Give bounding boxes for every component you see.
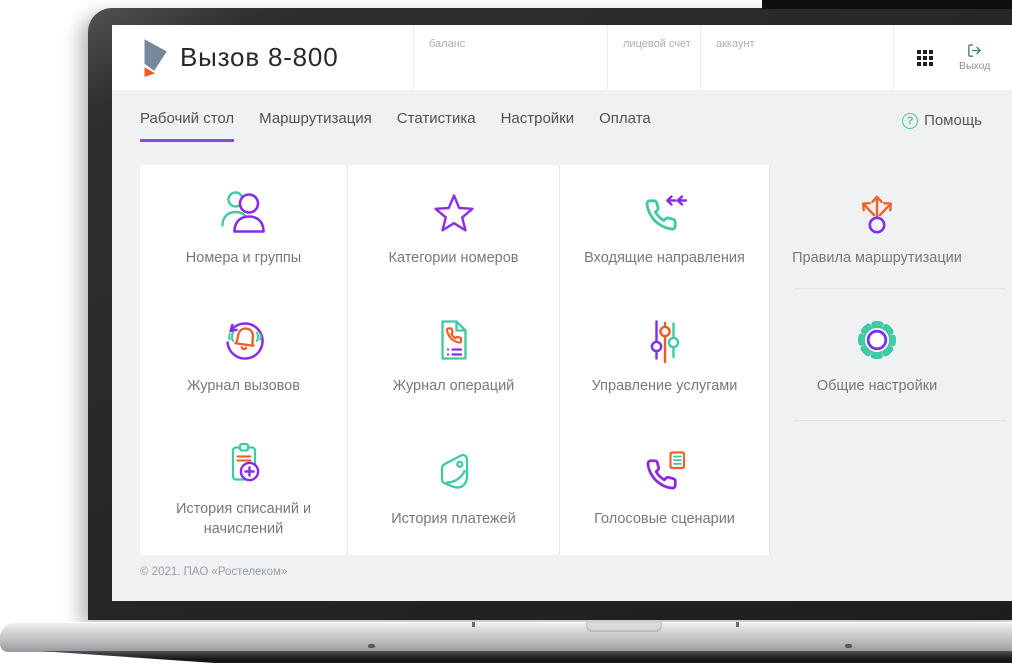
help-icon: ?: [902, 112, 919, 129]
tile-general-settings[interactable]: Общие настройки: [770, 288, 1012, 420]
tile-label: Номера и группы: [185, 250, 302, 267]
brand: Вызов 8-800: [112, 25, 413, 90]
tile-number-categories[interactable]: Категории номеров: [348, 165, 560, 288]
logout-label: Выход: [959, 60, 991, 72]
tab-payment[interactable]: Оплата: [599, 110, 651, 142]
tab-routing[interactable]: Маршрутизация: [259, 110, 372, 142]
tile-label: Входящие направления: [584, 250, 745, 267]
dashboard-grid: Номера и группы Категории номеров Входящ…: [140, 165, 1012, 555]
operations-log-icon: [440, 320, 467, 360]
tab-bar: Рабочий стол Маршрутизация Статистика На…: [112, 90, 1012, 142]
charges-history-icon: [231, 443, 259, 482]
tile-voice-scenarios[interactable]: Голосовые сценарии: [560, 420, 770, 555]
laptop-mockup: Вызов 8-800 баланс лицевой счет аккаунт: [0, 0, 1012, 667]
routing-arrows-icon: [862, 195, 892, 234]
sliders-icon: [650, 320, 679, 363]
tile-operations-log[interactable]: Журнал операций: [348, 288, 560, 420]
tile-label: Общие настройки: [816, 377, 938, 394]
logout-button[interactable]: Выход: [959, 43, 990, 72]
incoming-call-icon: [645, 195, 687, 230]
tab-desktop[interactable]: Рабочий стол: [140, 110, 235, 142]
help-link[interactable]: ? Помощь: [902, 112, 982, 142]
app-title: Вызов 8-800: [180, 42, 339, 72]
apps-menu-button[interactable]: [917, 49, 933, 66]
tile-label: Правила маршрутизации: [792, 250, 962, 267]
voice-scenario-icon: [646, 451, 685, 490]
tile-label: Голосовые сценарии: [594, 511, 735, 528]
hinge-mark: [736, 622, 739, 627]
call-log-icon: [225, 322, 264, 360]
laptop-bezel-edge: [762, 0, 1012, 9]
laptop-lid-notch: [586, 622, 662, 632]
laptop-foot: [845, 644, 852, 648]
account-section: аккаунт: [700, 25, 893, 90]
account-label: аккаунт: [716, 38, 755, 50]
tile-label: Управление услугами: [591, 377, 738, 394]
divider: [794, 420, 1006, 421]
tile-call-log[interactable]: Журнал вызовов: [140, 288, 348, 420]
tile-routing-rules[interactable]: Правила маршрутизации: [770, 165, 1012, 288]
tile-label: Категории номеров: [388, 250, 519, 267]
laptop-foot: [368, 644, 375, 648]
tile-service-management[interactable]: Управление услугами: [560, 288, 770, 420]
empty-grid-cell: [770, 420, 1012, 555]
tab-statistics[interactable]: Статистика: [397, 110, 476, 142]
apps-grid-icon: [917, 49, 933, 66]
tab-settings[interactable]: Настройки: [501, 110, 575, 142]
tile-payments-history[interactable]: История платежей: [348, 420, 560, 555]
divider: [794, 288, 1006, 289]
tile-label: История списаний и начислений: [175, 501, 312, 537]
laptop-base-edge: [40, 651, 1012, 663]
star-icon: [433, 194, 474, 232]
balance-label: баланс: [429, 38, 466, 50]
copyright: © 2021. ПАО «Ростелеком»: [140, 566, 288, 578]
rostelecom-logo: [144, 38, 167, 77]
gear-icon: [858, 320, 896, 359]
personal-account-label: лицевой счет: [623, 38, 691, 50]
balance-section: баланс: [413, 25, 607, 90]
laptop-base: [0, 622, 1012, 652]
app-window: Вызов 8-800 баланс лицевой счет аккаунт: [112, 25, 1012, 601]
tile-numbers-groups[interactable]: Номера и группы: [140, 165, 348, 288]
header-actions: Выход: [893, 25, 1012, 90]
tile-label: История платежей: [391, 511, 516, 528]
personal-account-section: лицевой счет: [607, 25, 700, 90]
tile-label: Журнал вызовов: [187, 377, 300, 394]
logout-icon: [968, 44, 982, 57]
help-label: Помощь: [924, 112, 982, 129]
hinge-mark: [472, 622, 475, 627]
users-icon: [220, 191, 265, 234]
tile-incoming-directions[interactable]: Входящие направления: [560, 165, 770, 288]
tile-label: Журнал операций: [392, 377, 515, 394]
payments-history-icon: [440, 454, 468, 489]
app-header: Вызов 8-800 баланс лицевой счет аккаунт: [112, 25, 1012, 90]
tile-charges-history[interactable]: История списаний и начислений: [140, 420, 348, 555]
